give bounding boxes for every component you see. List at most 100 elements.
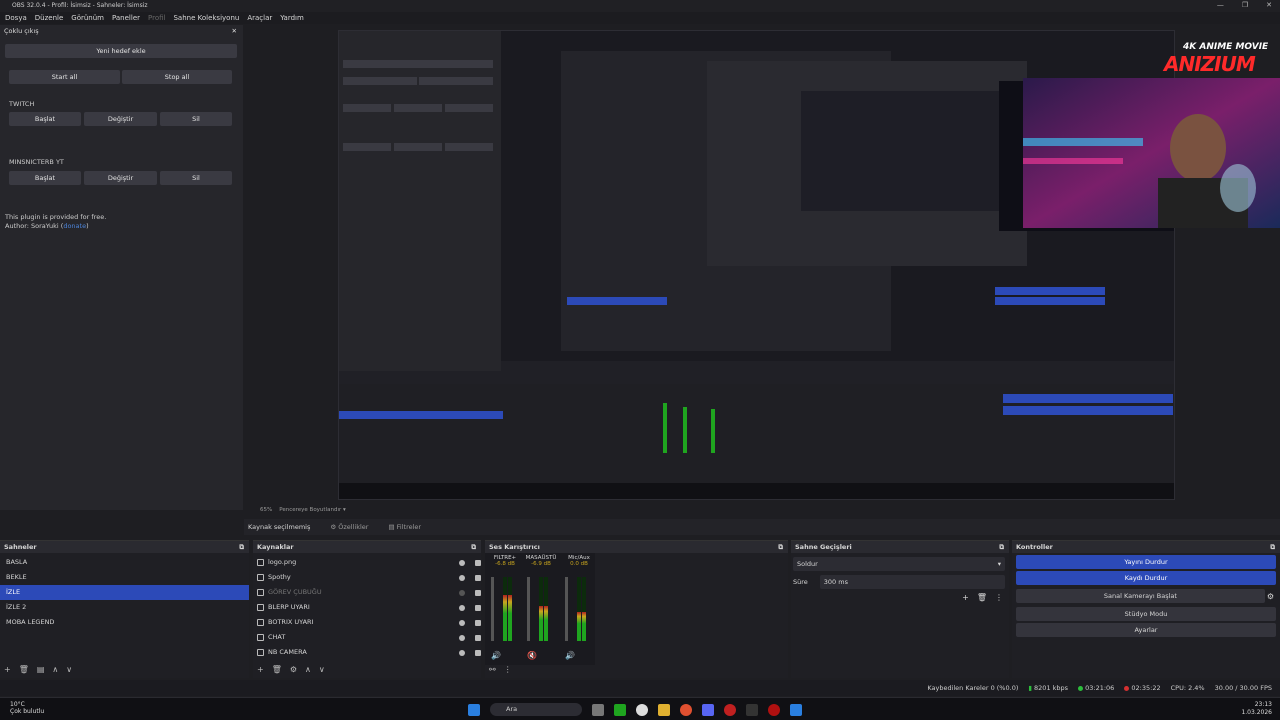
lock-icon[interactable] [475, 634, 481, 641]
obs-icon[interactable] [636, 703, 648, 716]
volume-slider[interactable] [565, 577, 568, 641]
eye-icon[interactable] [459, 634, 465, 641]
minimize-icon[interactable]: — [1217, 1, 1224, 9]
up-icon[interactable]: ∧ [305, 665, 311, 674]
target-delete-button[interactable]: Sil [160, 112, 232, 126]
source-item[interactable]: BOTRIX UYARI [253, 615, 481, 630]
source-item[interactable]: CHAT [253, 630, 481, 645]
scene-item[interactable]: İZLE 2 [0, 600, 249, 615]
down-icon[interactable]: ∨ [66, 665, 72, 674]
speaker-icon[interactable]: 🔊 [491, 651, 501, 660]
dock-menu-icon[interactable]: ⧉ [1270, 541, 1275, 553]
chrome-icon[interactable] [680, 703, 692, 716]
virtual-camera-button[interactable]: Sanal Kamerayı Başlat [1016, 589, 1265, 603]
eye-off-icon[interactable] [459, 589, 465, 596]
target-delete-button[interactable]: Sil [160, 171, 232, 185]
eye-icon[interactable] [459, 604, 465, 611]
dock-menu-icon[interactable]: ⧉ [239, 541, 244, 553]
menu-dosya[interactable]: Dosya [5, 12, 27, 24]
add-icon[interactable]: + [4, 665, 11, 674]
scene-item[interactable]: BASLA [0, 555, 249, 570]
menu-sahne-koleksiyonu[interactable]: Sahne Koleksiyonu [173, 12, 239, 24]
eye-icon[interactable] [459, 559, 465, 566]
eye-icon[interactable] [459, 574, 465, 581]
discord-icon[interactable] [702, 703, 714, 716]
dock-close-icon[interactable]: ✕ [232, 25, 237, 38]
source-item[interactable]: logo.png [253, 555, 481, 570]
target-edit-button[interactable]: Değiştir [84, 171, 157, 185]
recorder-icon[interactable] [724, 703, 736, 716]
scene-item[interactable]: BEKLE [0, 570, 249, 585]
more-icon[interactable]: ⋮ [995, 593, 1003, 602]
dock-menu-icon[interactable]: ⧉ [778, 541, 783, 553]
terminal-icon[interactable] [746, 703, 758, 716]
trash-icon[interactable]: 🗑 [272, 665, 282, 674]
source-item-hidden[interactable]: GÖREV ÇUBUĞU [253, 585, 481, 600]
muted-speaker-icon[interactable]: 🔇 [527, 651, 537, 660]
app-icon[interactable] [790, 703, 802, 716]
task-view-icon[interactable] [592, 703, 604, 716]
dock-menu-icon[interactable]: ⧉ [471, 541, 476, 553]
maximize-icon[interactable]: ❐ [1242, 1, 1248, 9]
opera-icon[interactable] [768, 703, 780, 716]
target-edit-button[interactable]: Değiştir [84, 112, 157, 126]
source-item[interactable]: NB CAMERA [253, 645, 481, 660]
menu-paneller[interactable]: Paneller [112, 12, 140, 24]
menu-profil[interactable]: Profil [148, 12, 165, 24]
lock-icon[interactable] [475, 619, 481, 626]
transition-select[interactable]: Soldur ▾ [793, 557, 1005, 571]
lock-icon[interactable] [475, 649, 481, 656]
source-item[interactable]: Spothy [253, 570, 481, 585]
xbox-icon[interactable] [614, 703, 626, 716]
add-target-button[interactable]: Yeni hedef ekle [5, 44, 237, 58]
weather-widget[interactable]: 10°C Çok bulutlu [10, 701, 44, 715]
taskbar-search[interactable]: Ara [490, 703, 582, 716]
gear-icon[interactable]: ⚙ [1267, 592, 1274, 601]
gear-icon[interactable]: ⚙ [290, 665, 297, 674]
add-icon[interactable]: + [257, 665, 264, 674]
source-item[interactable]: BLERP UYARI [253, 600, 481, 615]
up-icon[interactable]: ∧ [52, 665, 58, 674]
donate-link[interactable]: donate [63, 222, 86, 230]
zoom-level[interactable]: 65% [260, 507, 272, 513]
scene-item-selected[interactable]: İZLE [0, 585, 249, 600]
close-icon[interactable]: ✕ [1266, 1, 1272, 9]
filters-button[interactable]: ▤ Filtreler [388, 519, 421, 535]
folder-icon[interactable] [658, 703, 670, 716]
menu-duzenle[interactable]: Düzenle [35, 12, 64, 24]
properties-button[interactable]: ⚙ Özellikler [330, 519, 368, 535]
filter-icon[interactable]: ▤ [37, 665, 45, 674]
eye-icon[interactable] [459, 649, 465, 656]
clock[interactable]: 23:13 1.03.2026 [1241, 701, 1272, 717]
trash-icon[interactable]: 🗑 [19, 665, 29, 674]
target-start-button[interactable]: Başlat [9, 112, 81, 126]
link-icon[interactable]: ⚯ [489, 665, 496, 674]
start-icon[interactable] [468, 703, 480, 716]
menu-araclar[interactable]: Araçlar [247, 12, 272, 24]
volume-slider[interactable] [491, 577, 494, 641]
stop-stream-button[interactable]: Yayını Durdur [1016, 555, 1276, 569]
settings-button[interactable]: Ayarlar [1016, 623, 1276, 637]
eye-icon[interactable] [459, 619, 465, 626]
lock-icon[interactable] [475, 604, 481, 611]
lock-icon[interactable] [475, 589, 481, 596]
target-start-button[interactable]: Başlat [9, 171, 81, 185]
trash-icon[interactable]: 🗑 [977, 593, 987, 602]
stop-all-button[interactable]: Stop all [122, 70, 232, 84]
more-icon[interactable]: ⋮ [504, 665, 512, 674]
down-icon[interactable]: ∨ [319, 665, 325, 674]
speaker-icon[interactable]: 🔊 [565, 651, 575, 660]
start-all-button[interactable]: Start all [9, 70, 120, 84]
menu-gorunum[interactable]: Görünüm [71, 12, 104, 24]
studio-mode-button[interactable]: Stüdyo Modu [1016, 607, 1276, 621]
add-icon[interactable]: + [962, 593, 969, 602]
fit-window[interactable]: Pencereye Boyutlandır [279, 507, 341, 513]
scene-item[interactable]: MOBA LEGEND [0, 615, 249, 630]
stop-recording-button[interactable]: Kaydı Durdur [1016, 571, 1276, 585]
menu-yardim[interactable]: Yardım [280, 12, 304, 24]
duration-input[interactable]: 300 ms [819, 575, 1005, 589]
lock-icon[interactable] [475, 559, 481, 566]
volume-slider[interactable] [527, 577, 530, 641]
lock-icon[interactable] [475, 574, 481, 581]
dock-menu-icon[interactable]: ⧉ [999, 541, 1004, 553]
